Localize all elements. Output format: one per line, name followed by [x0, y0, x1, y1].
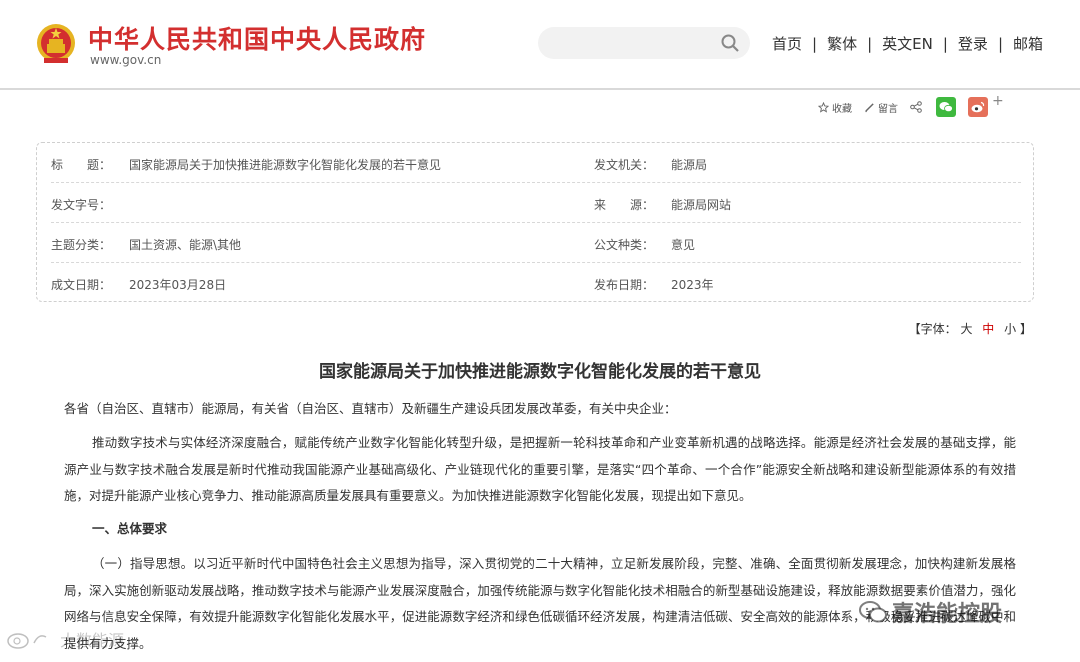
info-label: 公文种类： — [594, 238, 655, 252]
wechat-icon — [939, 102, 953, 113]
article-title: 国家能源局关于加快推进能源数字化智能化发展的若干意见 — [319, 362, 761, 382]
nav-separator: | — [812, 34, 818, 53]
nav-traditional-link[interactable]: 繁体 — [827, 33, 857, 54]
site-url: www.gov.cn — [90, 53, 162, 67]
font-size-suffix: 】 — [1019, 322, 1032, 336]
nav-home-link[interactable]: 首页 — [772, 33, 802, 54]
favorite-button[interactable]: 收藏 — [818, 100, 852, 115]
watermark-weibo: 大数能源 — [6, 627, 124, 651]
info-label: 来 源： — [594, 198, 655, 212]
watermark-right-text: 嘉浩能控股 — [892, 602, 1003, 627]
info-label: 主题分类： — [51, 238, 112, 252]
font-size-large-button[interactable]: 大 — [960, 322, 972, 336]
watermark-wechat-account: 嘉浩能控股 — [858, 596, 1002, 628]
nav-separator: | — [997, 34, 1003, 53]
info-label: 发文机关： — [594, 158, 655, 172]
article-toolbar: 收藏 留言 + — [818, 93, 1004, 117]
search-bar — [538, 27, 750, 59]
star-icon — [818, 101, 829, 113]
font-size-prefix: 【字体： — [908, 322, 957, 336]
nav-separator: | — [867, 34, 873, 53]
section-heading: 一、总体要求 — [92, 521, 168, 536]
site-title[interactable]: 中华人民共和国中央人民政府 — [88, 20, 426, 56]
search-icon[interactable] — [720, 33, 740, 53]
info-value: 国家能源局关于加快推进能源数字化智能化发展的若干意见 — [129, 158, 442, 172]
national-emblem-icon[interactable] — [36, 22, 76, 66]
top-nav: 首页 | 繁体 | 英文EN | 登录 | 邮箱 — [772, 33, 1043, 54]
search-input[interactable] — [550, 31, 718, 55]
font-size-selector: 【字体： 大 中 小 】 — [909, 320, 1032, 337]
pencil-icon — [865, 102, 874, 112]
wechat-watermark-icon — [859, 601, 887, 623]
info-row: 标 题： 国家能源局关于加快推进能源数字化智能化发展的若干意见 发文机关： 能源… — [51, 143, 1021, 183]
weibo-share-button[interactable] — [968, 97, 988, 117]
comment-label: 留言 — [878, 103, 898, 115]
favorite-label: 收藏 — [832, 103, 852, 115]
font-size-medium-button[interactable]: 中 — [982, 322, 994, 336]
info-label: 发文字号： — [51, 198, 112, 212]
info-label: 发布日期： — [594, 278, 655, 292]
info-value: 能源局 — [671, 158, 708, 172]
share-icon[interactable] — [910, 101, 922, 113]
watermark-left-text: 大数能源 — [60, 631, 125, 650]
info-value: 能源局网站 — [671, 198, 732, 212]
info-label: 成文日期： — [51, 278, 112, 292]
header-divider — [0, 88, 1080, 90]
info-value: 国土资源、能源\其他 — [129, 238, 242, 252]
info-row: 发文字号： 来 源： 能源局网站 — [51, 183, 1021, 223]
info-row: 成文日期： 2023年03月28日 发布日期： 2023年 — [51, 263, 1021, 303]
info-value: 2023年 — [671, 278, 714, 292]
info-label: 标 题： — [51, 158, 112, 172]
document-info-table: 标 题： 国家能源局关于加快推进能源数字化智能化发展的若干意见 发文机关： 能源… — [36, 142, 1034, 302]
info-value: 意见 — [671, 238, 696, 252]
nav-english-link[interactable]: 英文EN — [882, 33, 933, 54]
info-value: 2023年03月28日 — [129, 278, 227, 292]
article-paragraph: 推动数字技术与实体经济深度融合，赋能传统产业数字化智能化转型升级，是把握新一轮科… — [64, 435, 1016, 503]
more-share-button[interactable]: + — [992, 93, 1004, 109]
wechat-share-button[interactable] — [936, 97, 956, 117]
weibo-icon — [971, 101, 985, 113]
font-size-small-button[interactable]: 小 — [1004, 322, 1016, 336]
comment-button[interactable]: 留言 — [864, 100, 898, 115]
article-salutation: 各省（自治区、直辖市）能源局，有关省（自治区、直辖市）及新疆生产建设兵团发展改革… — [64, 401, 677, 416]
info-row: 主题分类： 国土资源、能源\其他 公文种类： 意见 — [51, 223, 1021, 263]
nav-login-link[interactable]: 登录 — [958, 33, 988, 54]
weibo-watermark-icon — [7, 633, 47, 649]
site-header: 中华人民共和国中央人民政府 www.gov.cn 首页 | 繁体 | 英文EN … — [0, 0, 1080, 88]
nav-separator: | — [942, 34, 948, 53]
nav-mail-link[interactable]: 邮箱 — [1013, 33, 1043, 54]
